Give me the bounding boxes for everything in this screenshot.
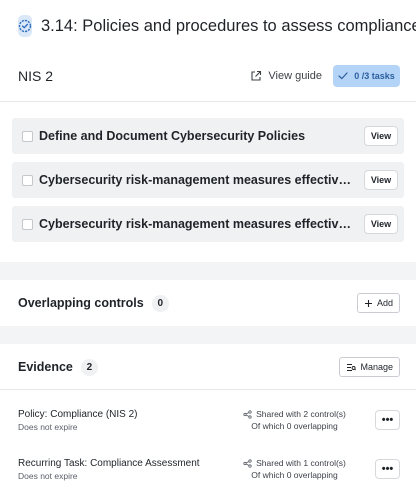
evidence-expiry: Does not expire <box>18 470 78 481</box>
section-separator <box>0 262 416 280</box>
more-options-button[interactable]: ••• <box>375 410 400 430</box>
view-guide-label: View guide <box>268 70 322 82</box>
evidence-name[interactable]: Policy: Compliance (NIS 2) <box>18 409 214 420</box>
external-link-icon <box>251 70 262 81</box>
manage-list-icon <box>347 363 357 371</box>
divider <box>0 389 416 390</box>
view-task-button[interactable]: View <box>364 214 398 234</box>
more-options-button[interactable]: ••• <box>375 459 400 479</box>
view-task-button[interactable]: View <box>364 170 398 190</box>
manage-button-label: Manage <box>360 362 393 372</box>
task-label: Cybersecurity risk-management measures e… <box>39 217 354 231</box>
task-label: Cybersecurity risk-management measures e… <box>39 173 354 187</box>
task-item: Define and Document Cybersecurity Polici… <box>12 118 404 154</box>
share-icon <box>243 458 252 468</box>
section-separator <box>0 326 416 344</box>
overlapping-count-badge: 0 <box>151 294 169 312</box>
page-title: 3.14: Policies and procedures to assess … <box>41 16 416 35</box>
manage-evidence-button[interactable]: Manage <box>339 357 400 377</box>
task-checkbox[interactable] <box>22 218 33 230</box>
task-checkbox[interactable] <box>22 174 33 186</box>
tasks-progress-badge[interactable]: 0 /3 tasks <box>333 65 400 87</box>
ellipsis-icon: ••• <box>381 462 394 475</box>
overlapping-controls-title: Overlapping controls <box>18 296 144 310</box>
check-icon <box>338 72 348 80</box>
shared-controls-info: Shared with 2 control(s) <box>243 409 346 419</box>
shared-count-label: Shared with 1 control(s) <box>256 458 346 468</box>
evidence-expiry: Does not expire <box>18 421 78 432</box>
view-task-button[interactable]: View <box>364 126 398 146</box>
view-guide-link[interactable]: View guide <box>250 70 322 82</box>
ellipsis-icon: ••• <box>381 413 394 426</box>
evidence-title: Evidence <box>18 360 73 374</box>
evidence-name[interactable]: Recurring Task: Compliance Assessment <box>18 458 214 469</box>
add-overlapping-control-button[interactable]: Add <box>356 293 400 313</box>
overlapping-controls-section: Overlapping controls 0 Add <box>0 284 416 322</box>
evidence-count-badge: 2 <box>80 358 98 376</box>
task-label: Define and Document Cybersecurity Polici… <box>39 129 306 143</box>
share-icon <box>243 409 252 419</box>
plus-icon <box>364 299 372 307</box>
divider <box>0 101 416 102</box>
overlap-count-label: Of which 0 overlapping <box>251 470 338 480</box>
task-item: Cybersecurity risk-management measures e… <box>12 206 404 242</box>
framework-bar: NIS 2 View guide 0 /3 tasks <box>0 56 416 96</box>
framework-name: NIS 2 <box>18 68 54 84</box>
task-item: Cybersecurity risk-management measures e… <box>12 162 404 198</box>
add-button-label: Add <box>376 298 393 308</box>
shared-count-label: Shared with 2 control(s) <box>256 409 346 419</box>
check-badge-icon <box>18 15 32 37</box>
evidence-section-header: Evidence 2 Manage <box>0 348 416 386</box>
overlap-count-label: Of which 0 overlapping <box>251 421 338 431</box>
page-header: 3.14: Policies and procedures to assess … <box>0 0 416 52</box>
shared-controls-info: Shared with 1 control(s) <box>243 458 346 468</box>
evidence-item[interactable]: Policy: Compliance (NIS 2) Does not expi… <box>0 402 416 438</box>
tasks-progress-label: 0 /3 tasks <box>354 71 395 81</box>
task-checkbox[interactable] <box>22 130 33 142</box>
evidence-item[interactable]: Recurring Task: Compliance Assessment Do… <box>0 451 416 487</box>
